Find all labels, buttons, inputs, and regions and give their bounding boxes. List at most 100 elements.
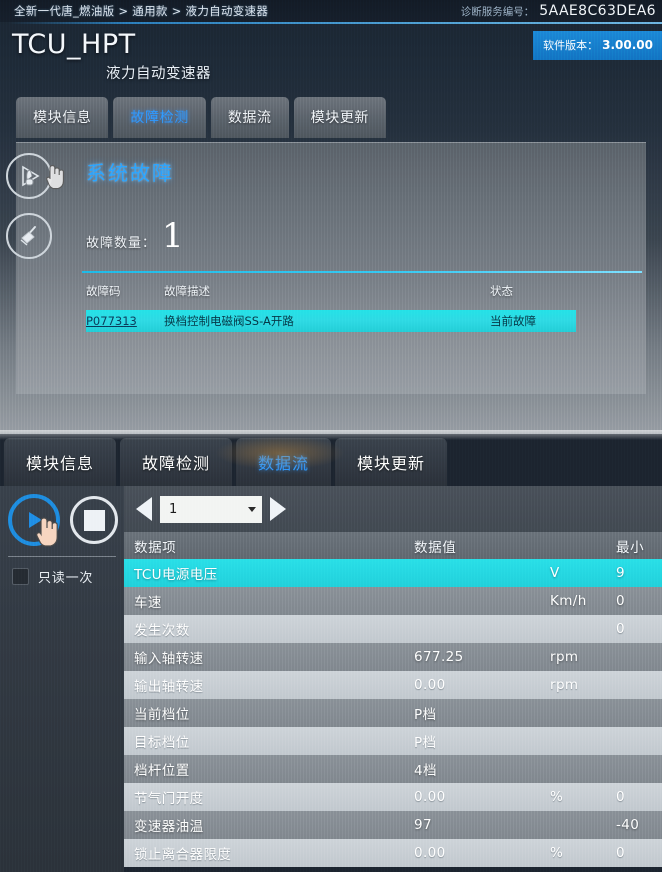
fault-count: 故障数量： 1 [86,219,184,253]
read-once-label: 只读一次 [38,571,94,586]
fault-table: 故障码 故障描述 状态 P077313 换档控制电磁阀SS-A开路 当前故障 [86,279,576,332]
column-header-data-item: 数据项 [134,539,177,556]
data-unit-cell: rpm [550,677,579,693]
data-table-header: 数据项 数据值 最小 [124,532,662,559]
data-stream-toolbar: 只读一次 [0,486,124,872]
table-row[interactable]: 变速器油温 97 -40 [124,811,662,839]
scan-faults-button[interactable] [6,153,52,199]
chevron-down-icon [248,506,256,512]
table-row[interactable]: P077313 换档控制电磁阀SS-A开路 当前故障 [86,310,576,332]
data-item-cell: 目标档位 [134,735,190,751]
data-item-cell: TCU电源电压 [134,567,218,583]
read-once-option[interactable]: 只读一次 [0,557,124,586]
data-item-cell: 输入轴转速 [134,651,204,667]
table-row[interactable]: 发生次数 0 [124,615,662,643]
data-min-cell: 0 [616,593,625,609]
table-row[interactable]: TCU电源电压 V 9 [124,559,662,587]
stop-button[interactable] [70,496,118,544]
table-row[interactable]: 车速 Km/h 0 [124,587,662,615]
tab-module-info-bottom[interactable]: 模块信息 [4,438,117,487]
clear-broom-icon [20,226,36,246]
fault-content-area: 系统故障 故障数量： 1 故障码 故障描述 状态 P077313 换档控制电磁阀… [6,142,646,394]
play-icon [29,512,42,528]
next-page-button[interactable] [270,497,286,521]
tab-module-info-top[interactable]: 模块信息 [16,97,109,138]
table-row[interactable]: 当前档位 P档 [124,699,662,727]
play-button[interactable] [8,494,60,546]
software-version-label: 软件版本： [543,39,599,52]
prev-page-button[interactable] [136,497,152,521]
data-unit-cell: % [550,845,564,861]
fault-count-label: 故障数量： [86,236,157,251]
fault-table-divider [82,271,642,273]
page-navigation: 1 [124,486,662,532]
column-header-data-value: 数据值 [414,539,457,556]
column-header-data-min: 最小 [616,539,645,556]
diagnostic-service-number: 诊断服务编号： 5AAE8C63DEA6 [461,3,656,19]
title-zone: TCU_HPT 液力自动变速器 软件版本： 3.00.00 [0,24,662,92]
breadcrumb[interactable]: 全新一代唐_燃油版 > 通用款 > 液力自动变速器 [14,3,268,19]
data-item-cell: 节气门开度 [134,791,204,807]
column-header-fault-code: 故障码 [86,284,121,298]
fault-detection-panel: 全新一代唐_燃油版 > 通用款 > 液力自动变速器 诊断服务编号： 5AAE8C… [0,0,662,434]
data-value-cell: 97 [414,817,432,833]
table-row[interactable]: 目标档位 P档 [124,727,662,755]
data-item-cell: 档杆位置 [134,763,190,779]
data-value-cell: 0.00 [414,677,446,693]
fault-table-header: 故障码 故障描述 状态 [86,279,576,303]
scan-play-icon [22,165,40,187]
table-row[interactable]: 档杆位置 4档 [124,755,662,783]
page-subtitle: 液力自动变速器 [106,66,211,82]
data-value-cell: 0.00 [414,789,446,805]
playback-controls [0,486,124,546]
page-select-value: 1 [169,501,178,517]
table-row[interactable]: 锁止离合器限度 0.00% 0 [124,839,662,867]
table-row[interactable]: 输入轴转速 677.25 rpm [124,643,662,671]
data-value-cell: P档 [414,707,437,723]
table-row[interactable]: 输出轴转速 0.00 rpm [124,671,662,699]
fault-code-link[interactable]: P077313 [86,314,137,328]
tab-module-update-bottom[interactable]: 模块更新 [335,438,448,487]
data-min-cell: 0 [616,845,625,861]
tab-fault-detection-top[interactable]: 故障检测 [113,97,206,138]
diagnostic-service-number-label: 诊断服务编号： [460,6,535,18]
data-value-cell: P档 [414,735,437,751]
diagnostic-scanner-screen: 全新一代唐_燃油版 > 通用款 > 液力自动变速器 诊断服务编号： 5AAE8C… [0,0,662,872]
tab-data-stream-bottom[interactable]: 数据流 [236,438,332,487]
data-unit-cell: rpm [550,649,579,665]
fault-status-cell: 当前故障 [490,314,536,328]
data-item-cell: 锁止离合器限度 [134,847,232,863]
fault-action-buttons [6,153,62,273]
software-version-value: 3.00.00 [602,38,653,52]
data-value-cell: 0.00 [414,845,446,861]
fault-desc-cell: 换档控制电磁阀SS-A开路 [164,314,294,328]
clear-faults-button[interactable] [6,213,52,259]
diagnostic-service-number-value: 5AAE8C63DEA6 [539,3,656,19]
table-row[interactable]: 节气门开度 0.00% 0 [124,783,662,811]
breadcrumb-bar: 全新一代唐_燃油版 > 通用款 > 液力自动变速器 诊断服务编号： 5AAE8C… [0,0,662,22]
stop-icon [83,509,105,531]
fault-count-value: 1 [162,216,184,256]
page-select[interactable]: 1 [160,495,262,523]
data-stream-panel: 模块信息 故障检测 数据流 模块更新 只读一次 1 数据项 数据值 最小 TCU… [0,434,662,872]
data-min-cell: 0 [616,621,625,637]
data-min-cell: -40 [616,817,640,833]
fault-code-cell[interactable]: P077313 [86,314,164,328]
tab-fault-detection-bottom[interactable]: 故障检测 [120,438,233,487]
data-unit-cell: V [550,565,560,581]
data-unit-cell: Km/h [550,593,587,609]
data-item-cell: 变速器油温 [134,819,204,835]
data-min-cell: 9 [616,565,625,581]
data-item-cell: 发生次数 [134,623,190,639]
top-tab-bar: 模块信息 故障检测 数据流 模块更新 [16,97,387,138]
read-once-checkbox[interactable] [12,568,29,585]
data-table-body: TCU电源电压 V 9 车速 Km/h 0 发生次数 0 输入轴转速 677.25 rpm 输出轴转速… [124,559,662,867]
tab-data-stream-top[interactable]: 数据流 [210,97,289,138]
tab-module-update-top[interactable]: 模块更新 [293,97,387,138]
column-header-fault-desc: 故障描述 [164,284,210,298]
page-title: TCU_HPT [12,29,136,60]
data-value-cell: 4档 [414,763,437,779]
system-fault-heading: 系统故障 [86,161,174,185]
data-item-cell: 当前档位 [134,707,190,723]
data-stream-table: 数据项 数据值 最小 TCU电源电压 V 9 车速 Km/h 0 发生次数 0 输入轴转速 677… [124,532,662,872]
